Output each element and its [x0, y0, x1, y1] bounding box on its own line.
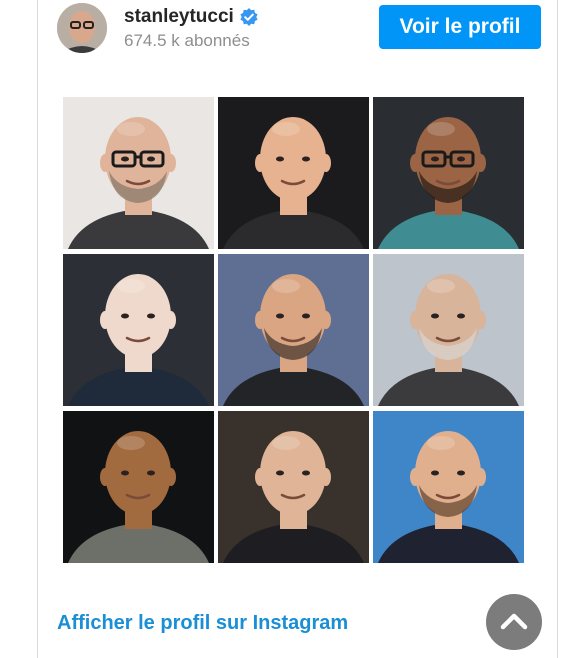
scroll-to-top-button[interactable]: [486, 594, 542, 650]
verified-badge-icon: [240, 8, 258, 26]
collage-photo: [218, 411, 369, 563]
post-header: stanleytucci 674.5 k abonnés Voir le pro…: [57, 0, 541, 60]
collage-photo: [373, 411, 524, 563]
chevron-up-icon: [500, 611, 528, 634]
collage-photo: [63, 97, 214, 249]
username[interactable]: stanleytucci: [124, 6, 234, 28]
username-row[interactable]: stanleytucci: [124, 6, 258, 28]
view-profile-button[interactable]: Voir le profil: [379, 5, 541, 49]
photo-collage[interactable]: [63, 97, 530, 563]
collage-photo: [373, 254, 524, 406]
collage-photo: [63, 411, 214, 563]
view-instagram-profile-link[interactable]: Afficher le profil sur Instagram: [57, 612, 348, 635]
collage-photo: [218, 97, 369, 249]
avatar[interactable]: [57, 3, 107, 53]
follower-count: 674.5 k abonnés: [124, 31, 250, 50]
collage-photo: [218, 254, 369, 406]
collage-photo: [373, 97, 524, 249]
collage-photo: [63, 254, 214, 406]
